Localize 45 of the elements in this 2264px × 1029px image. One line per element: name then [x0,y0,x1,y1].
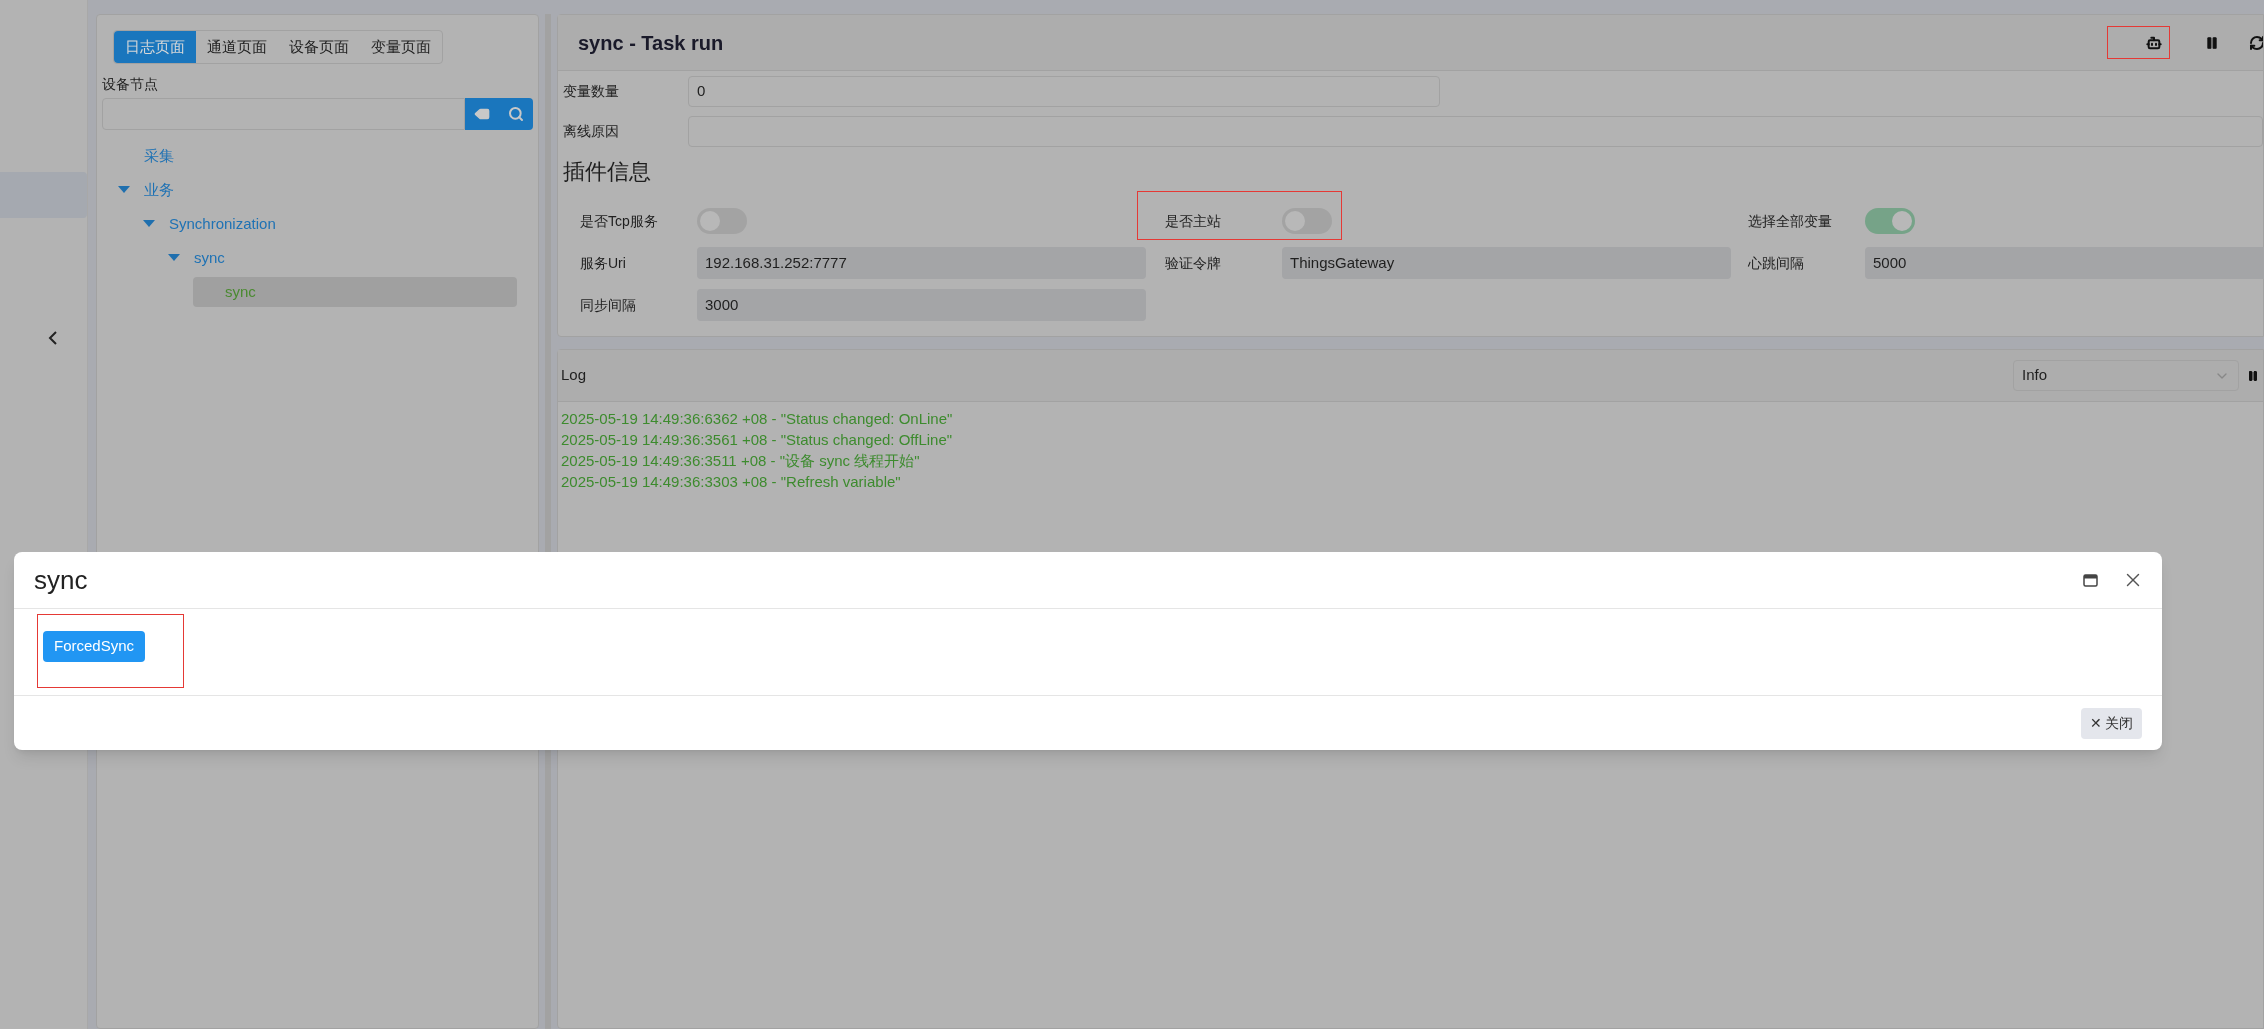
pause-icon [2247,369,2259,382]
card-title: sync - Task run [578,30,724,56]
close-button[interactable]: ✕ 关闭 [2081,707,2142,739]
field-label: 是否Tcp服务 [580,211,659,231]
log-line: 2025-05-19 14:49:36:3511 +08 - "设备 sync 线程开始" [561,451,920,471]
highlight-frame [2107,26,2170,59]
field-label: 离线原因 [563,121,620,141]
text-field[interactable]: 5000 [1865,247,2264,279]
section-title: 插件信息 [562,158,651,186]
field-label: 服务Uri [580,253,627,273]
toggle-switch[interactable] [1865,208,1915,234]
caret-icon[interactable] [143,220,155,228]
level-dropdown[interactable]: Info [2013,360,2239,391]
caret-icon[interactable] [168,254,180,262]
text-field[interactable]: 3000 [697,289,1146,321]
log-line: 2025-05-19 14:49:36:6362 +08 - "Status changed: OnLine" [561,409,953,429]
field-label: 选择全部变量 [1748,211,1833,231]
clear-button[interactable] [465,98,499,130]
robot-icon [2146,34,2162,51]
maximize-icon[interactable] [2083,573,2098,587]
collapse-icon[interactable] [47,330,59,346]
text-field[interactable]: 192.168.31.252:7777 [697,247,1146,279]
tab[interactable]: 日志页面 [114,31,196,63]
backspace-icon [474,106,490,122]
search-icon [508,106,524,122]
text-field[interactable]: 0 [688,75,1440,107]
caret-icon[interactable] [118,186,130,194]
field-label: 是否主站 [1165,211,1222,231]
field-label: 心跳间隔 [1748,253,1805,273]
dialog-title: sync [34,563,88,597]
field-label: 验证令牌 [1165,253,1222,273]
refresh-icon [2249,34,2263,51]
card-title: Log [561,365,587,386]
search-field[interactable] [102,98,465,130]
field-label: 变量数量 [563,81,620,101]
log-line: 2025-05-19 14:49:36:3561 +08 - "Status changed: OffLine" [561,430,953,450]
field-label: 同步间隔 [580,295,637,315]
pause-icon [2205,35,2219,50]
tab[interactable]: 通道页面 [196,31,278,63]
log-line: 2025-05-19 14:49:36:3303 +08 - "Refresh variable" [561,472,901,492]
text-field[interactable]: ThingsGateway [1282,247,1731,279]
tab[interactable]: 变量页面 [360,31,442,63]
search-button[interactable] [499,98,533,130]
field-label: 设备节点 [102,75,158,94]
tab[interactable]: 设备页面 [278,31,360,63]
